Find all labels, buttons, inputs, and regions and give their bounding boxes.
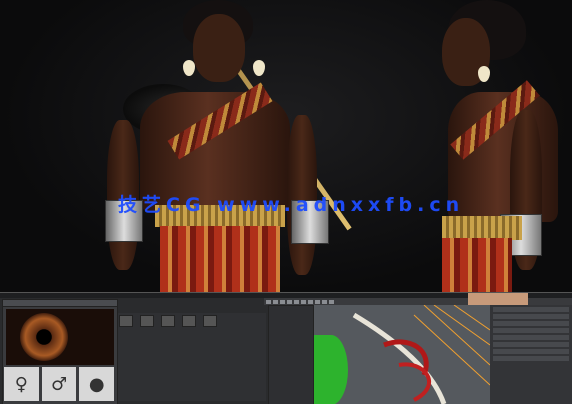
tool-icon[interactable] (301, 299, 306, 304)
attribute-row[interactable] (493, 321, 569, 326)
eye-preview (6, 309, 114, 365)
material-sphere-icon[interactable] (203, 315, 218, 327)
character-side (420, 0, 572, 292)
outliner-window (268, 305, 314, 404)
tool-icon[interactable] (273, 299, 278, 304)
material-node-editor (118, 313, 266, 401)
attribute-row[interactable] (493, 356, 569, 361)
belt-side (442, 216, 522, 240)
hair-strands (352, 305, 490, 404)
tool-icon[interactable] (308, 299, 313, 304)
attribute-row[interactable] (493, 342, 569, 347)
attribute-row[interactable] (493, 335, 569, 340)
material-sphere-icon[interactable] (140, 315, 155, 327)
material-sphere-icon[interactable] (161, 315, 176, 327)
head-thumbnail[interactable]: ● (79, 367, 115, 401)
attribute-row[interactable] (493, 349, 569, 354)
render-preview: 技艺CG www.adnxxfb.cn (0, 0, 572, 292)
desktop-screen: ♀ ♂ ● (0, 292, 572, 404)
head (193, 14, 245, 82)
figure-thumbnail[interactable]: ♂ (41, 367, 77, 401)
attribute-row[interactable] (493, 314, 569, 319)
attribute-row[interactable] (493, 307, 569, 312)
eye-icon (20, 313, 68, 361)
tool-icon[interactable] (266, 299, 271, 304)
attribute-row[interactable] (493, 328, 569, 333)
skin-preview-thumbnail (468, 293, 528, 305)
tool-icon[interactable] (280, 299, 285, 304)
tool-icon[interactable] (287, 299, 292, 304)
figure-thumbnail[interactable]: ♀ (4, 367, 39, 401)
tool-icon[interactable] (329, 299, 334, 304)
material-sphere-icon[interactable] (119, 315, 133, 327)
character-front (95, 0, 352, 292)
earring-side (478, 66, 490, 82)
earring-left (183, 60, 195, 76)
skirt (160, 226, 280, 292)
material-sphere-icon[interactable] (182, 315, 197, 327)
thumbnail-strip: ♀ ♂ ● (4, 367, 115, 401)
watermark: 技艺CG www.adnxxfb.cn (118, 194, 465, 216)
3d-viewport[interactable] (314, 305, 490, 404)
skirt-side (442, 238, 512, 292)
tool-icon[interactable] (315, 299, 320, 304)
earring-right (253, 60, 265, 76)
attribute-panel (490, 305, 572, 404)
window-titlebar[interactable] (3, 300, 117, 307)
tool-icon[interactable] (294, 299, 299, 304)
tool-icon[interactable] (322, 299, 327, 304)
